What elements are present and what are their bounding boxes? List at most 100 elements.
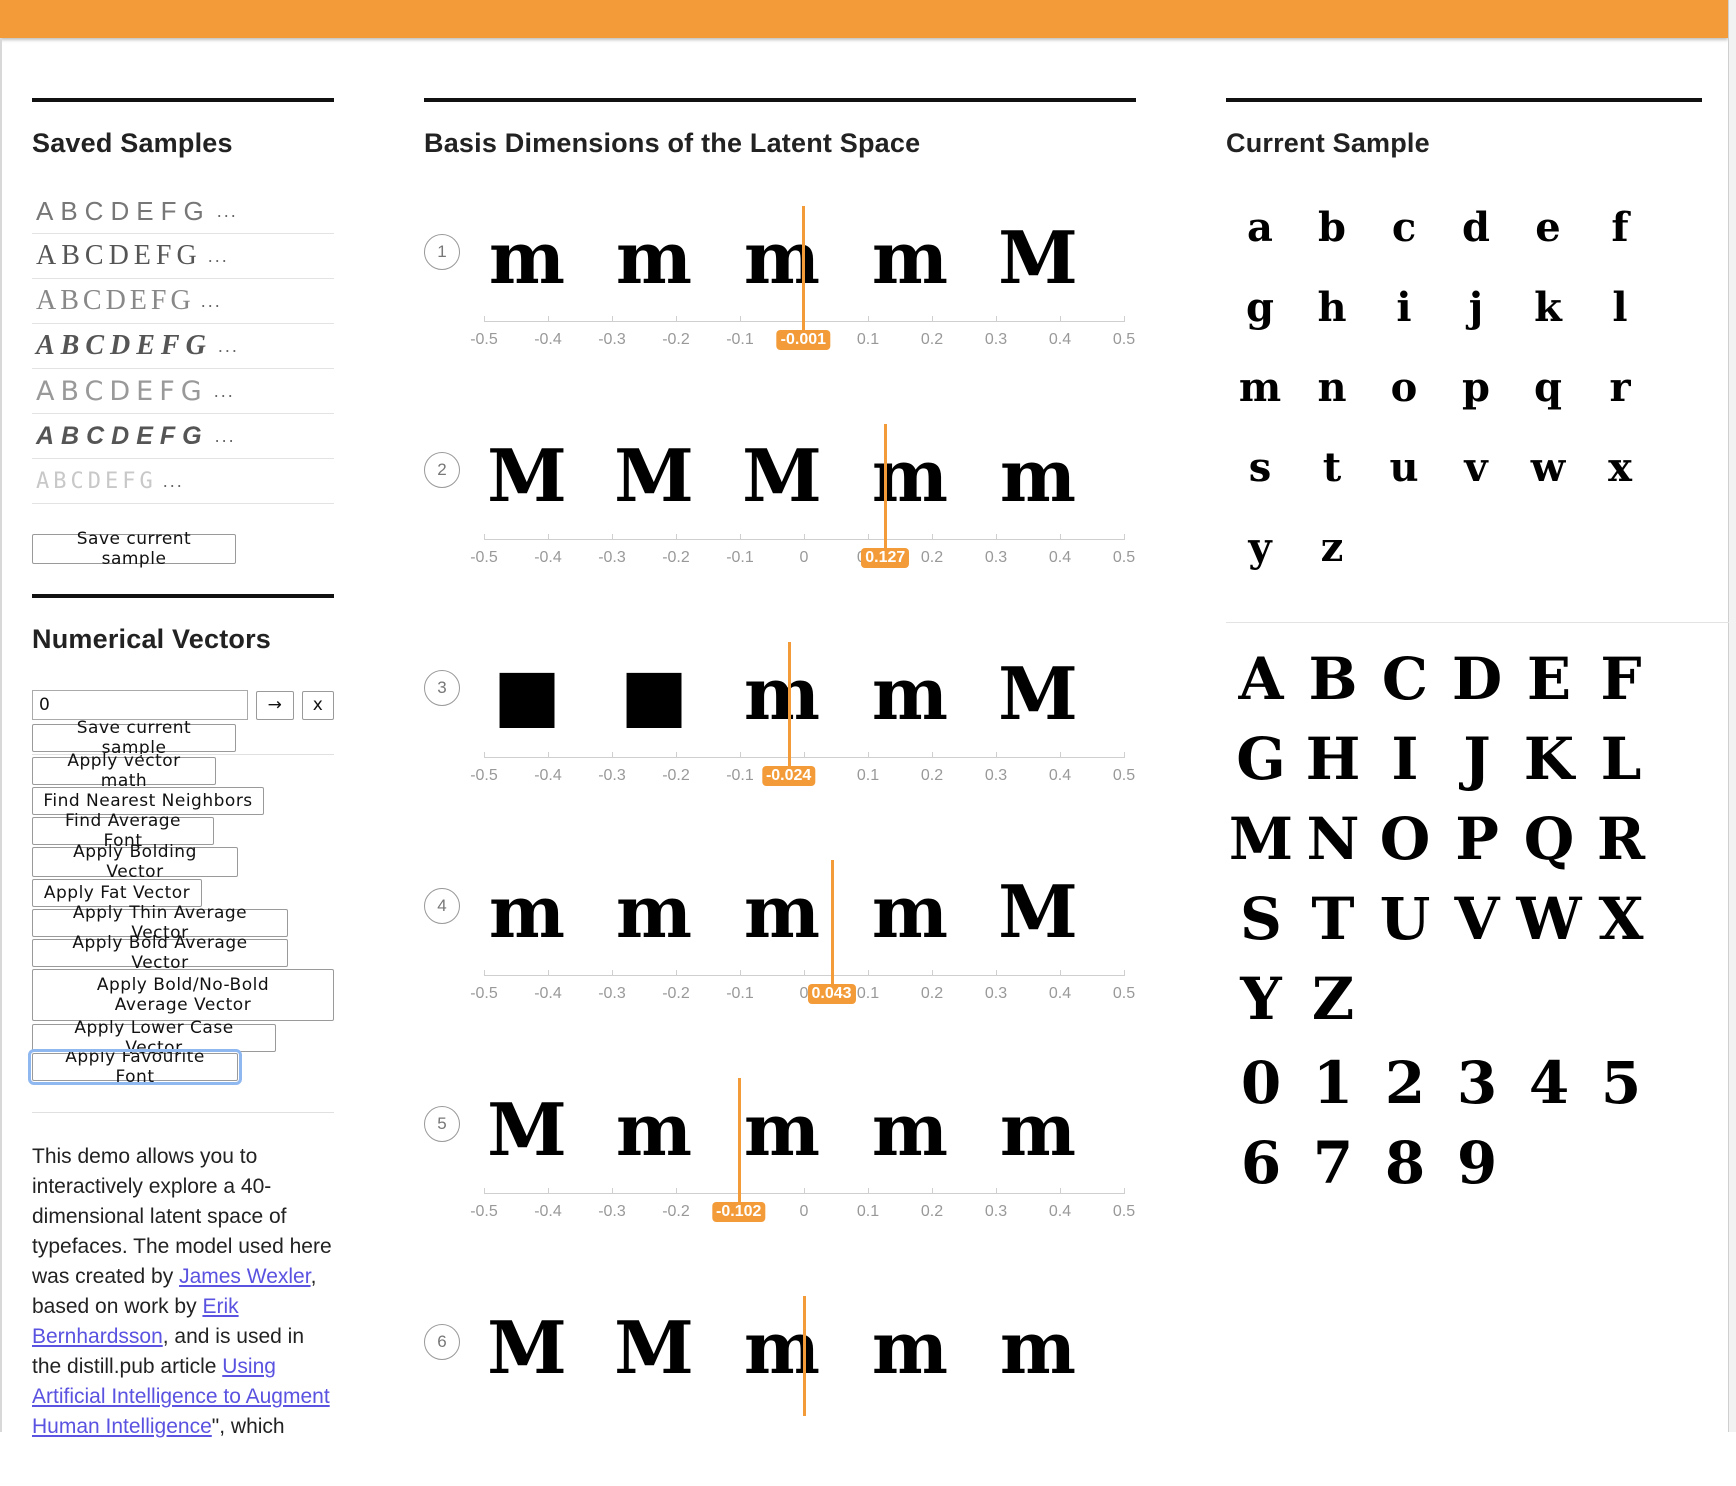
saved-sample-item[interactable]: ABCDEFG... (32, 369, 334, 414)
axis-tick-label: 0.2 (920, 1203, 944, 1220)
current-sample-large-glyph: Z (1311, 965, 1355, 1033)
current-sample-small-glyph: z (1320, 524, 1344, 571)
axis-tick-label: 0.2 (920, 549, 944, 566)
save-current-sample-button[interactable]: Save current sample (32, 529, 236, 569)
apply-favourite-font-button[interactable]: Apply Favourite Font (28, 1047, 242, 1087)
dimension-value-marker[interactable] (884, 424, 888, 564)
axis-tick (740, 316, 741, 322)
dimension-sample-glyph[interactable]: M (990, 220, 1086, 296)
vector-input[interactable] (32, 690, 248, 720)
dimension-value-marker[interactable] (802, 206, 806, 346)
dimension-sample-glyph[interactable]: m (479, 220, 575, 296)
about-text-part: ", which (211, 1415, 285, 1438)
dimension-sample-glyph[interactable]: M (479, 1092, 575, 1168)
apply-bolding-vector-button[interactable]: Apply Bolding Vector (32, 842, 238, 882)
dimension-value-marker[interactable] (737, 1078, 741, 1218)
axis-tick-label: -0.3 (598, 985, 626, 1002)
axis-tick-label: -0.3 (598, 767, 626, 784)
current-sample-large-glyph: V (1454, 885, 1500, 953)
axis-tick-label: -0.4 (534, 1203, 562, 1220)
axis-tick-label: 0.4 (1048, 1203, 1072, 1220)
dimension-sample-glyph[interactable]: m (862, 438, 958, 514)
dimension-sample-glyph[interactable]: m (606, 220, 702, 296)
dimension-sample-glyph[interactable]: m (990, 1310, 1086, 1386)
dimension-sample-glyph[interactable]: m (862, 220, 958, 296)
current-sample-digit-glyph: 3 (1456, 1049, 1498, 1117)
apply-vector-math-button[interactable]: Apply vector math (32, 751, 216, 791)
dimension-sample-glyph[interactable]: M (990, 874, 1086, 950)
dimension-sample-glyph[interactable]: m (734, 874, 830, 950)
dimension-sample-glyph[interactable]: ■ (479, 656, 575, 732)
axis-tick-label: 0.5 (1112, 549, 1136, 566)
dimension-sample-glyph[interactable]: M (734, 438, 830, 514)
dimension-sample-glyph[interactable]: M (606, 438, 702, 514)
dimension-sample-glyph[interactable]: m (990, 438, 1086, 514)
dimension-value-marker[interactable] (830, 860, 834, 1000)
saved-sample-item[interactable]: ABCDEFG... (32, 234, 334, 279)
axis-tick (1124, 316, 1125, 322)
sample-preview: ABCDEFG (36, 330, 212, 361)
dimension-sample-glyph[interactable]: m (734, 1310, 830, 1386)
current-sample-large-glyph: M (1228, 805, 1294, 873)
axis-tick-label: 0.3 (984, 549, 1008, 566)
dimension-sample-glyph[interactable]: M (479, 438, 575, 514)
axis-tick (996, 1188, 997, 1194)
current-sample-large-glyph: F (1600, 645, 1642, 713)
window-scrollbar[interactable] (1728, 0, 1736, 1432)
saved-sample-item[interactable]: ABCDEFG... (32, 459, 334, 504)
basis-dimensions-title: Basis Dimensions of the Latent Space (424, 128, 921, 158)
current-sample-digit-glyph: 5 (1600, 1049, 1642, 1117)
apply-bold-no-bold-average-vector-button[interactable]: Apply Bold/No-Bold Average Vector (32, 969, 334, 1021)
clear-input-button[interactable]: x (302, 691, 334, 720)
apply-input-arrow-button[interactable]: → (256, 691, 294, 720)
axis-tick (740, 970, 741, 976)
basis-dimension-row: 5Mmmmm-0.5-0.4-0.3-0.2-0.100.10.20.30.40… (424, 1068, 1140, 1268)
dimension-sample-glyph[interactable]: m (862, 1310, 958, 1386)
sample-ellipsis: ... (200, 290, 222, 311)
vector-save-sample-button[interactable]: Save current sample (32, 718, 236, 758)
sample-preview: ABCDEFG (36, 421, 209, 450)
dimension-sample-glyph[interactable]: M (479, 1310, 575, 1386)
dimension-sample-glyph[interactable]: m (479, 874, 575, 950)
axis-tick (932, 316, 933, 322)
axis-tick (932, 534, 933, 540)
dimension-sample-glyph[interactable]: m (606, 1092, 702, 1168)
dimension-value-marker[interactable] (787, 642, 791, 782)
dimension-sample-glyph[interactable]: M (990, 656, 1086, 732)
current-sample-small-glyph: n (1317, 364, 1347, 411)
sample-preview: ABCDEFG (36, 285, 195, 316)
dimension-sample-glyph[interactable]: ■ (606, 656, 702, 732)
saved-sample-item[interactable]: ABCDEFG... (32, 279, 334, 324)
current-sample-small-glyph: g (1246, 284, 1274, 331)
dimension-sample-glyph[interactable]: m (734, 656, 830, 732)
dimension-sample-glyph[interactable]: m (606, 874, 702, 950)
current-sample-small-glyph: a (1247, 204, 1273, 251)
axis-tick-label: 0.5 (1112, 767, 1136, 784)
axis-tick (548, 1188, 549, 1194)
dimension-value-badge: -0.001 (776, 330, 831, 350)
current-sample-small-glyph: r (1609, 364, 1631, 411)
dimension-sample-glyph[interactable]: m (734, 1092, 830, 1168)
dimension-sample-glyph[interactable]: M (606, 1310, 702, 1386)
axis-tick (484, 970, 485, 976)
saved-sample-item[interactable]: ABCDEFG... (32, 414, 334, 459)
dimension-number: 6 (424, 1324, 460, 1360)
dimension-sample-glyph[interactable]: m (734, 220, 830, 296)
james-wexler-link[interactable]: James Wexler (179, 1265, 311, 1288)
dimension-sample-glyph[interactable]: m (862, 1092, 958, 1168)
axis-tick-label: 0.1 (856, 1203, 880, 1220)
dimension-sample-glyph[interactable]: m (990, 1092, 1086, 1168)
current-sample-small-glyph: p (1462, 364, 1490, 411)
saved-sample-item[interactable]: ABCDEFG... (32, 189, 334, 234)
axis-tick (676, 534, 677, 540)
apply-bold-average-vector-button[interactable]: Apply Bold Average Vector (32, 933, 288, 973)
dimension-sample-glyph[interactable]: m (862, 656, 958, 732)
dimension-value-marker[interactable] (803, 1296, 806, 1416)
saved-sample-item[interactable]: ABCDEFG... (32, 324, 334, 369)
axis-tick-label: 0.4 (1048, 331, 1072, 348)
dimension-sample-glyph[interactable]: m (862, 874, 958, 950)
axis-tick (612, 316, 613, 322)
axis-tick-label: -0.5 (470, 549, 498, 566)
axis-tick-label: -0.5 (470, 1203, 498, 1220)
axis-tick-label: 0.5 (1112, 331, 1136, 348)
